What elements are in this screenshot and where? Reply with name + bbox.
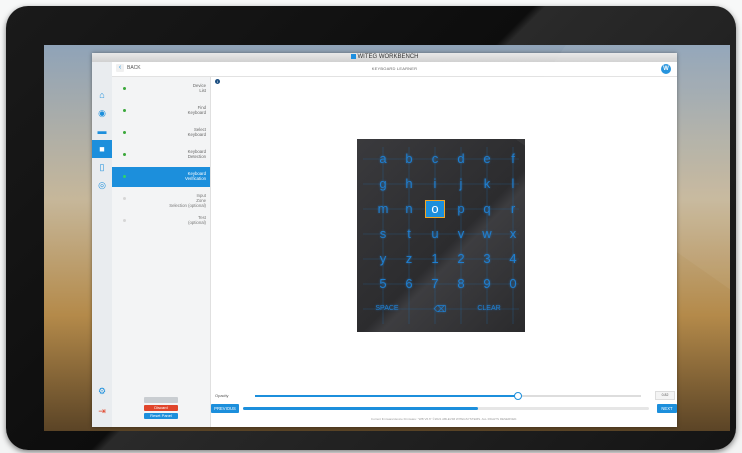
save-button[interactable] [144,397,178,403]
opacity-label: Opacity [215,393,229,398]
keyboard-key[interactable]: z [400,251,418,267]
scene: WITEG WORKBENCH ⌂ ◉ ▬ ■ ▯ ◎ ⚙ ⇥ ‹ BACK KEYBOARD … [0,0,742,453]
keyboard-key[interactable]: t [400,226,418,242]
target-icon[interactable]: ◉ [92,104,112,122]
keyboard-key[interactable]: c [426,151,444,167]
wizard-step[interactable]: Find Keyboard [112,101,210,121]
keyboard-key[interactable]: 1 [426,251,444,267]
keyboard-key[interactable]: 8 [452,276,470,292]
laptop-bezel: WITEG WORKBENCH ⌂ ◉ ▬ ■ ▯ ◎ ⚙ ⇥ ‹ BACK KEYBOARD … [6,6,736,450]
icon-sidebar: ⌂ ◉ ▬ ■ ▯ ◎ ⚙ ⇥ [92,62,113,427]
app-logo-icon [350,54,356,59]
step-status-dot [123,153,126,156]
discard-button[interactable]: Discard [144,405,178,411]
keyboard-key[interactable]: 7 [426,276,444,292]
keyboard-key[interactable]: 9 [478,276,496,292]
keyboard-key[interactable]: k [478,176,496,192]
screen: WITEG WORKBENCH ⌂ ◉ ▬ ■ ▯ ◎ ⚙ ⇥ ‹ BACK KEYBOARD … [44,45,730,431]
step-status-dot [123,219,126,222]
progress-bar-fill [243,407,479,410]
keyboard-key[interactable]: v [452,226,470,242]
wizard-step[interactable]: Keyboard Verification [112,167,210,187]
keyboard-key[interactable]: p [452,201,470,217]
step-status-dot [123,197,126,200]
step-status-dot [123,175,126,178]
space-key[interactable]: SPACE [369,301,405,317]
wizard-step[interactable]: Device List [112,79,210,99]
step-status-dot [123,109,126,112]
wizard-step[interactable]: Input Zone Selection (optional) [112,189,210,209]
keyboard-key[interactable]: 4 [504,251,522,267]
opacity-slider-fill [255,395,518,397]
wizard-step[interactable]: Test (optional) [112,211,210,231]
info-icon[interactable]: i [215,79,220,84]
keyboard-key[interactable]: x [504,226,522,242]
keyboard-key[interactable]: d [452,151,470,167]
logout-icon[interactable]: ⇥ [92,402,112,420]
home-icon[interactable]: ⌂ [92,86,112,104]
video-camera-icon[interactable]: ■ [92,140,112,158]
keyboard-key[interactable]: o [425,200,445,218]
keyboard-key[interactable]: q [478,201,496,217]
progress-bar [243,407,649,410]
clapper-icon[interactable]: ▬ [92,122,112,140]
main-panel: i a b c d e f g h i j k l m n o p q r s t u v w x y z 1 2 3 4 5 6 7 8 9 0 SP… [211,77,677,427]
keyboard-key[interactable]: r [504,201,522,217]
sidebar-buttons: Discard Reset Panel [112,395,210,421]
footer-text: Current firmware/device Firmware: "WB V6… [370,417,518,421]
step-label: Keyboard Verification [184,171,206,181]
keyboard-key[interactable]: 3 [478,251,496,267]
keyboard-key[interactable]: m [374,201,392,217]
backspace-icon[interactable]: ⌫ [431,301,449,317]
phone-icon[interactable]: ▯ [92,158,112,176]
keyboard-key[interactable]: 0 [504,276,522,292]
keyboard-key[interactable]: y [374,251,392,267]
navigation-row: PREVIOUS NEXT [211,404,677,413]
app-window: WITEG WORKBENCH ⌂ ◉ ▬ ■ ▯ ◎ ⚙ ⇥ ‹ BACK KEYBOARD … [92,53,677,427]
keyboard-key[interactable]: 5 [374,276,392,292]
keyboard-key[interactable]: a [374,151,392,167]
brand-logo-icon[interactable]: W [661,64,671,74]
window-title: WITEG WORKBENCH [92,54,677,60]
reset-panel-button[interactable]: Reset Panel [144,413,178,419]
keyboard-key[interactable]: l [504,176,522,192]
opacity-value: 0.82 [655,391,675,400]
keyboard-key[interactable]: u [426,226,444,242]
step-label: Device List [192,83,206,93]
keyboard-key[interactable]: 6 [400,276,418,292]
top-bar: ‹ BACK KEYBOARD LEARNER W [112,62,677,77]
step-label: Find Keyboard [187,105,206,115]
wizard-step[interactable]: Select Keyboard [112,123,210,143]
keyboard-key[interactable]: i [426,176,444,192]
keyboard-key[interactable]: g [374,176,392,192]
step-label: Keyboard Detection [187,149,206,159]
settings-icon[interactable]: ⚙ [92,382,112,400]
wizard-steps: Test (optional) Input Zone Selection (opt… [112,77,211,427]
page-title: KEYBOARD LEARNER [371,66,418,71]
wizard-step[interactable]: Keyboard Detection [112,145,210,165]
keyboard-key[interactable]: 2 [452,251,470,267]
keyboard-key[interactable]: w [478,226,496,242]
keyboard-key[interactable]: f [504,151,522,167]
keyboard-key[interactable]: s [374,226,392,242]
step-status-dot [123,87,126,90]
next-button[interactable]: NEXT [657,404,677,413]
keyboard-preview[interactable]: a b c d e f g h i j k l m n o p q r s t u v w x y z 1 2 3 4 5 6 7 8 9 0 SPAC… [357,139,525,332]
opacity-slider[interactable] [255,392,641,400]
clear-key[interactable]: CLEAR [471,301,507,317]
window-title-text: WITEG WORKBENCH [357,54,419,61]
step-label: Input Zone Selection (optional) [169,193,206,208]
previous-button[interactable]: PREVIOUS [211,404,239,413]
step-label: Test (optional) [188,215,206,225]
keyboard-key[interactable]: e [478,151,496,167]
keyboard-key[interactable]: j [452,176,470,192]
keyboard-key[interactable]: h [400,176,418,192]
keyboard-key[interactable]: b [400,151,418,167]
step-status-dot [123,131,126,134]
step-label: Select Keyboard [187,127,206,137]
record-icon[interactable]: ◎ [92,176,112,194]
title-bar: WITEG WORKBENCH [92,53,677,68]
keyboard-key[interactable]: n [400,201,418,217]
